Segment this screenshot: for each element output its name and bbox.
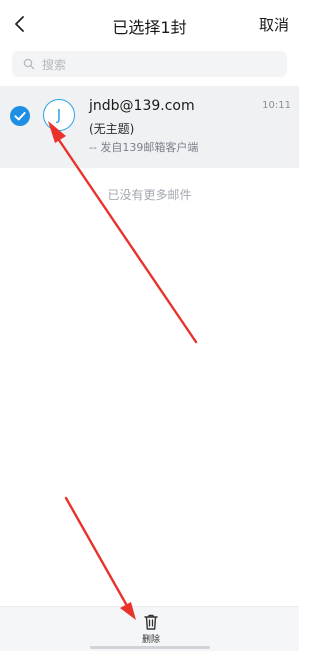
search-placeholder: 搜索 xyxy=(42,57,67,72)
mail-time: 10:11 xyxy=(262,100,291,111)
mail-preview: -- 发自139邮箱客户端 xyxy=(89,141,199,154)
annotation-arrow-delete xyxy=(64,496,136,620)
page-title: 已选择1封 xyxy=(112,18,187,37)
sender-avatar: J xyxy=(43,99,75,131)
top-bar: 已选择1封 取消 xyxy=(0,0,299,50)
search-input[interactable]: 搜索 xyxy=(12,51,287,77)
list-end-text: 已没有更多邮件 xyxy=(107,188,192,202)
check-icon xyxy=(10,106,30,126)
cancel-button[interactable]: 取消 xyxy=(259,14,289,35)
sender-address: jndb@139.com xyxy=(89,98,195,114)
mail-list-item[interactable]: J jndb@139.com 10:11 (无主题) -- 发自139邮箱客户端 xyxy=(0,86,299,168)
home-indicator xyxy=(90,646,210,649)
delete-button[interactable]: 删除 xyxy=(136,613,166,649)
selection-checkbox[interactable] xyxy=(10,106,30,126)
bottom-toolbar: 删除 xyxy=(0,606,299,651)
delete-label: 删除 xyxy=(141,635,160,645)
mail-subject: (无主题) xyxy=(89,122,135,136)
search-icon xyxy=(20,55,38,73)
trash-icon xyxy=(144,614,158,630)
